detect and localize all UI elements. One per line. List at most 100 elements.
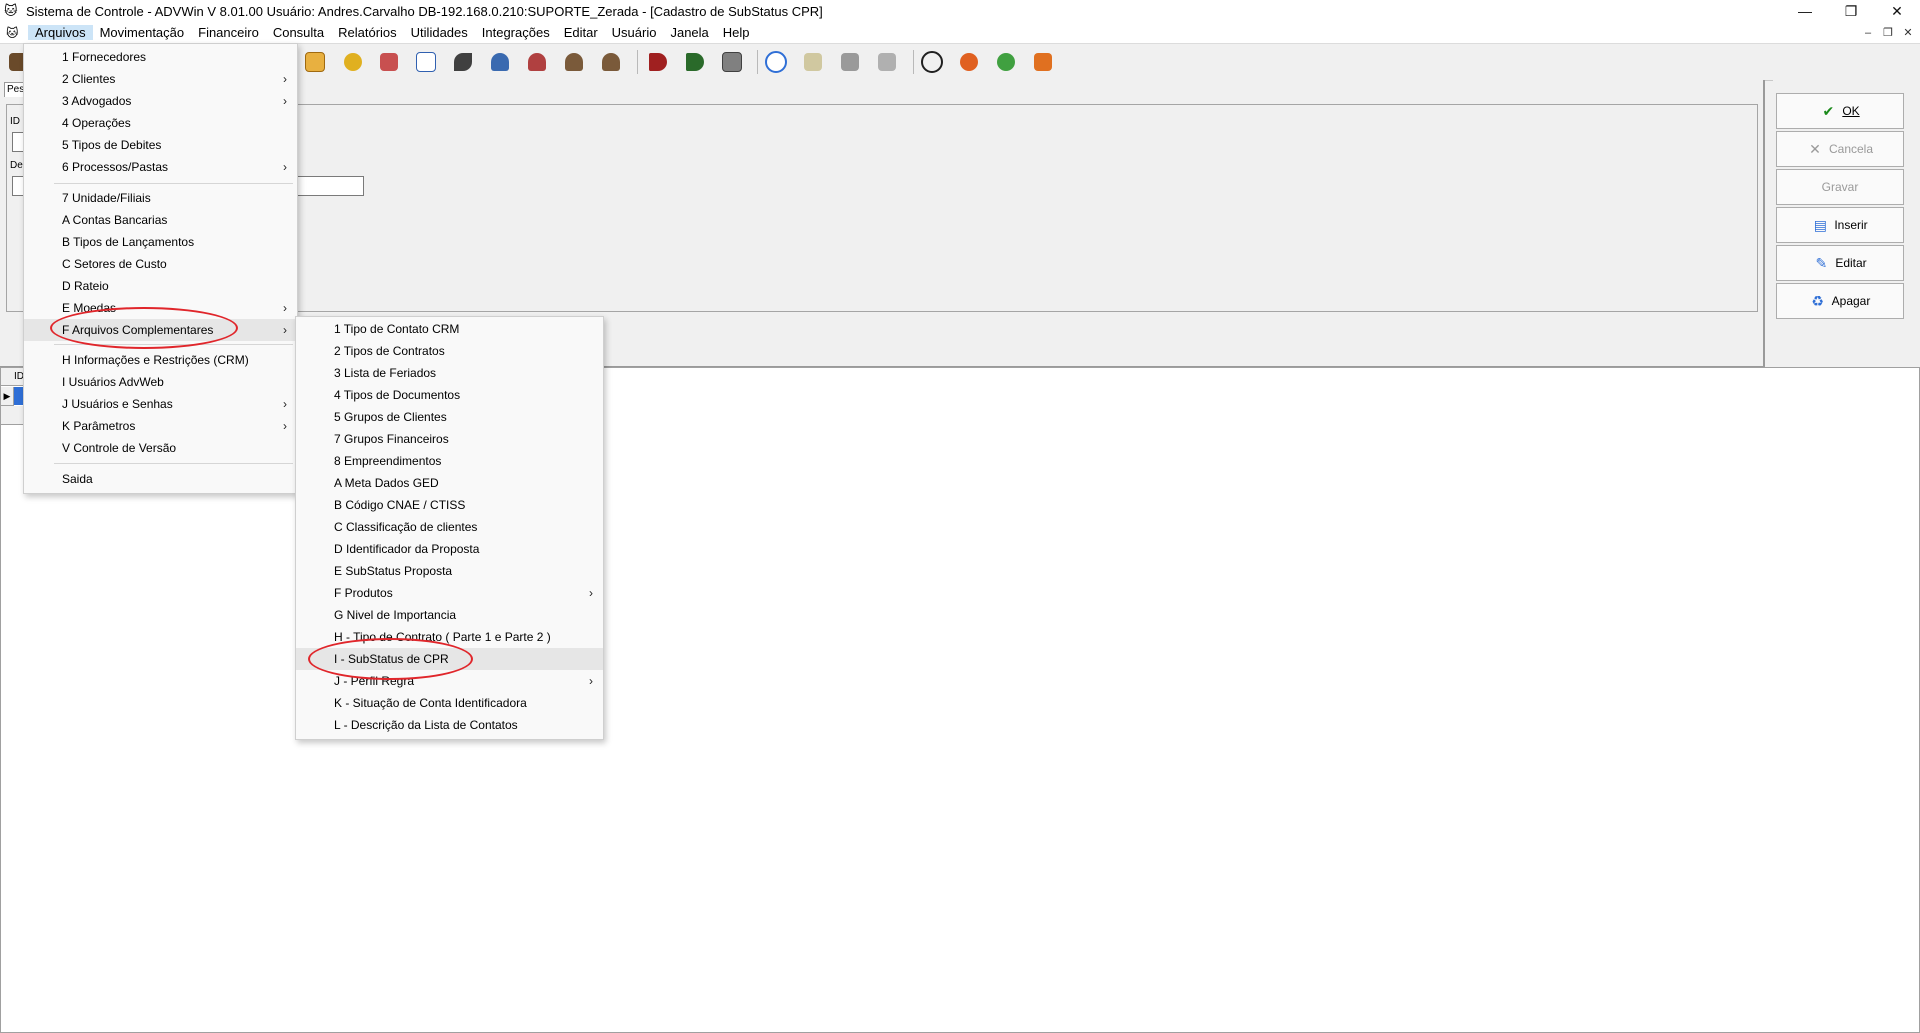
menu-item-moedas[interactable]: E Moedas ›: [24, 297, 297, 319]
menu-item-label: C Classificação de clientes: [334, 520, 478, 534]
menu-help[interactable]: Help: [716, 25, 757, 40]
menu-item-arquivos-complementares[interactable]: F Arquivos Complementares ›: [24, 319, 297, 341]
camera-icon[interactable]: [720, 51, 744, 73]
cancela-button[interactable]: ✕ Cancela: [1776, 131, 1904, 167]
menu-item-substatus-proposta[interactable]: E SubStatus Proposta: [296, 560, 603, 582]
menu-item-label: A Contas Bancarias: [62, 213, 168, 227]
ok-button[interactable]: ✔ OK: [1776, 93, 1904, 129]
menu-item-saida[interactable]: Saida: [24, 468, 297, 490]
menu-item-label: E SubStatus Proposta: [334, 564, 453, 578]
menu-item-grupos-financeiros[interactable]: 7 Grupos Financeiros: [296, 428, 603, 450]
menu-separator: [54, 183, 293, 184]
menu-item-label: 1 Tipo de Contato CRM: [334, 322, 460, 336]
menu-item-setores-custo[interactable]: C Setores de Custo: [24, 253, 297, 275]
gravar-button[interactable]: Gravar: [1776, 169, 1904, 205]
menu-item-descricao-lista-contatos[interactable]: L - Descrição da Lista de Contatos: [296, 714, 603, 736]
menu-item-operacoes[interactable]: 4 Operações: [24, 112, 297, 134]
menu-item-label: A Meta Dados GED: [334, 476, 439, 490]
mdi-restore-button[interactable]: ❐: [1880, 26, 1896, 39]
menu-item-substatus-cpr[interactable]: I - SubStatus de CPR: [296, 648, 603, 670]
menu-item-perfil-regra[interactable]: J - Perfil Regra ›: [296, 670, 603, 692]
menu-item-empreendimentos[interactable]: 8 Empreendimentos: [296, 450, 603, 472]
menu-item-fornecedores[interactable]: 1 Fornecedores: [24, 46, 297, 68]
scissors-icon[interactable]: [920, 51, 944, 73]
menu-arquivos[interactable]: Arquivos: [28, 25, 93, 40]
group-icon[interactable]: [599, 51, 623, 73]
menu-item-tipos-contratos[interactable]: 2 Tipos de Contratos: [296, 340, 603, 362]
maximize-button[interactable]: ❐: [1828, 0, 1874, 22]
menu-item-controle-versao[interactable]: V Controle de Versão: [24, 437, 297, 459]
edit-icon: ✎: [1815, 254, 1828, 271]
menu-item-usuarios-advweb[interactable]: I Usuários AdvWeb: [24, 371, 297, 393]
editar-button[interactable]: ✎ Editar: [1776, 245, 1904, 281]
menu-item-informacoes-restricoes[interactable]: H Informações e Restrições (CRM): [24, 349, 297, 371]
menu-financeiro[interactable]: Financeiro: [191, 25, 266, 40]
menu-item-contas-bancarias[interactable]: A Contas Bancarias: [24, 209, 297, 231]
mdi-close-button[interactable]: ✕: [1900, 26, 1916, 39]
menu-item-lista-feriados[interactable]: 3 Lista de Feriados: [296, 362, 603, 384]
swap-icon[interactable]: [994, 51, 1018, 73]
menu-item-identificador-proposta[interactable]: D Identificador da Proposta: [296, 538, 603, 560]
mdi-minimize-button[interactable]: –: [1860, 27, 1876, 39]
menu-item-usuarios-senhas[interactable]: J Usuários e Senhas ›: [24, 393, 297, 415]
menu-item-clientes[interactable]: 2 Clientes ›: [24, 68, 297, 90]
group-icon[interactable]: [562, 51, 586, 73]
sync-icon[interactable]: [957, 51, 981, 73]
apagar-button[interactable]: ♻ Apagar: [1776, 283, 1904, 319]
menu-item-codigo-cnae[interactable]: B Código CNAE / CTISS: [296, 494, 603, 516]
users-icon[interactable]: [525, 51, 549, 73]
grid-header-id[interactable]: ID: [1, 368, 25, 386]
menu-item-processos-pastas[interactable]: 6 Processos/Pastas ›: [24, 156, 297, 178]
menu-item-rateio[interactable]: D Rateio: [24, 275, 297, 297]
menu-integracoes[interactable]: Integrações: [475, 25, 557, 40]
menu-item-label: D Rateio: [62, 279, 109, 293]
menu-item-label: 3 Lista de Feriados: [334, 366, 437, 380]
menu-item-unidade-filiais[interactable]: 7 Unidade/Filiais: [24, 187, 297, 209]
mdi-child-icon[interactable]: 🐱: [6, 26, 24, 40]
menu-item-label: V Controle de Versão: [62, 441, 177, 455]
menu-item-label: G Nivel de Importancia: [334, 608, 457, 622]
menu-item-classificacao-clientes[interactable]: C Classificação de clientes: [296, 516, 603, 538]
menu-item-grupos-clientes[interactable]: 5 Grupos de Clientes: [296, 406, 603, 428]
globe-icon[interactable]: [341, 51, 365, 73]
menu-item-tipos-lancamentos[interactable]: B Tipos de Lançamentos: [24, 231, 297, 253]
menu-item-label: K Parâmetros: [62, 419, 136, 433]
menu-item-situacao-conta[interactable]: K - Situação de Conta Identificadora: [296, 692, 603, 714]
menu-editar[interactable]: Editar: [557, 25, 605, 40]
menu-item-meta-dados-ged[interactable]: A Meta Dados GED: [296, 472, 603, 494]
check-icon[interactable]: [451, 51, 475, 73]
menu-item-parametros[interactable]: K Parâmetros ›: [24, 415, 297, 437]
report-icon[interactable]: [377, 51, 401, 73]
chevron-right-icon: ›: [589, 586, 593, 600]
close-button[interactable]: ✕: [1874, 0, 1920, 22]
minimize-button[interactable]: —: [1782, 0, 1828, 22]
menu-item-produtos[interactable]: F Produtos ›: [296, 582, 603, 604]
menu-utilidades[interactable]: Utilidades: [404, 25, 475, 40]
arrow-icon[interactable]: [646, 51, 670, 73]
menu-item-label: B Código CNAE / CTISS: [334, 498, 466, 512]
chart-icon[interactable]: [414, 51, 438, 73]
menu-item-tipo-contato-crm[interactable]: 1 Tipo de Contato CRM: [296, 318, 603, 340]
user-icon[interactable]: [488, 51, 512, 73]
menu-movimentacao[interactable]: Movimentação: [93, 25, 192, 40]
menu-item-tipos-debites[interactable]: 5 Tipos de Debites: [24, 134, 297, 156]
menu-item-advogados[interactable]: 3 Advogados ›: [24, 90, 297, 112]
inserir-button[interactable]: ▤ Inserir: [1776, 207, 1904, 243]
menu-consulta[interactable]: Consulta: [266, 25, 331, 40]
menu-item-tipos-documentos[interactable]: 4 Tipos de Documentos: [296, 384, 603, 406]
menu-item-tipo-contrato-partes[interactable]: H - Tipo de Contrato ( Parte 1 e Parte 2…: [296, 626, 603, 648]
document-icon[interactable]: [875, 51, 899, 73]
menu-item-nivel-importancia[interactable]: G Nivel de Importancia: [296, 604, 603, 626]
refresh-icon[interactable]: [764, 51, 788, 73]
arrow-icon[interactable]: [683, 51, 707, 73]
menu-relatorios[interactable]: Relatórios: [331, 25, 404, 40]
menu-item-label: J - Perfil Regra: [334, 674, 415, 688]
menu-item-label: H Informações e Restrições (CRM): [62, 353, 249, 367]
document-icon[interactable]: [801, 51, 825, 73]
calendar-icon[interactable]: [303, 51, 327, 73]
menu-item-label: 4 Tipos de Documentos: [334, 388, 461, 402]
exit-icon[interactable]: [1031, 51, 1055, 73]
menu-janela[interactable]: Janela: [663, 25, 715, 40]
menu-usuario[interactable]: Usuário: [605, 25, 664, 40]
print-icon[interactable]: [838, 51, 862, 73]
